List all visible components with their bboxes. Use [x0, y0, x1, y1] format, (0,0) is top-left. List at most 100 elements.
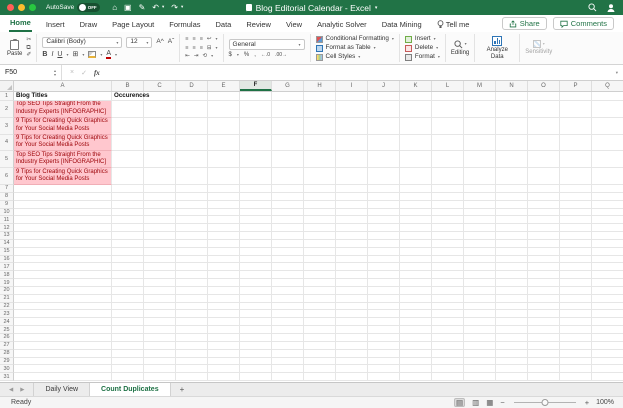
cell-E14[interactable]: [208, 240, 240, 248]
cell-J21[interactable]: [368, 295, 400, 303]
cell-P29[interactable]: [560, 358, 592, 366]
cell-J31[interactable]: [368, 373, 400, 381]
cell-B8[interactable]: [112, 193, 144, 201]
cell-M14[interactable]: [464, 240, 496, 248]
cell-I2[interactable]: [336, 101, 368, 118]
cell-I29[interactable]: [336, 358, 368, 366]
row-header-4[interactable]: 4: [0, 135, 14, 152]
cut-icon[interactable]: ✂: [26, 37, 31, 44]
cell-A14[interactable]: [14, 240, 112, 248]
cell-J1[interactable]: [368, 92, 400, 101]
cell-E2[interactable]: [208, 101, 240, 118]
merge-center-icon[interactable]: ⊟: [207, 45, 212, 52]
cell-O28[interactable]: [528, 350, 560, 358]
cell-O17[interactable]: [528, 263, 560, 271]
cell-K22[interactable]: [400, 303, 432, 311]
cell-F7[interactable]: [240, 185, 272, 193]
cell-O14[interactable]: [528, 240, 560, 248]
number-format-select[interactable]: General ▾: [229, 39, 305, 50]
cell-J7[interactable]: [368, 185, 400, 193]
row-header-27[interactable]: 27: [0, 342, 14, 350]
cell-L17[interactable]: [432, 263, 464, 271]
cell-H23[interactable]: [304, 310, 336, 318]
cell-I20[interactable]: [336, 287, 368, 295]
cell-O4[interactable]: [528, 135, 560, 152]
row-header-28[interactable]: 28: [0, 350, 14, 358]
cell-O5[interactable]: [528, 151, 560, 168]
cell-G20[interactable]: [272, 287, 304, 295]
cell-K20[interactable]: [400, 287, 432, 295]
cell-N1[interactable]: [496, 92, 528, 101]
cell-O22[interactable]: [528, 303, 560, 311]
cell-K7[interactable]: [400, 185, 432, 193]
cell-I7[interactable]: [336, 185, 368, 193]
cell-F30[interactable]: [240, 365, 272, 373]
cell-J15[interactable]: [368, 248, 400, 256]
cell-J5[interactable]: [368, 151, 400, 168]
cell-L18[interactable]: [432, 271, 464, 279]
cell-I27[interactable]: [336, 342, 368, 350]
wrap-text-icon[interactable]: ↩: [207, 36, 212, 43]
cell-I23[interactable]: [336, 310, 368, 318]
cell-D30[interactable]: [176, 365, 208, 373]
tab-draw[interactable]: Draw: [79, 17, 99, 32]
format-as-table-button[interactable]: Format as Table ▾: [316, 45, 394, 52]
cell-M11[interactable]: [464, 216, 496, 224]
cell-O11[interactable]: [528, 216, 560, 224]
row-header-20[interactable]: 20: [0, 287, 14, 295]
cell-M4[interactable]: [464, 135, 496, 152]
account-avatar[interactable]: [606, 3, 616, 13]
cell-P12[interactable]: [560, 224, 592, 232]
cell-M7[interactable]: [464, 185, 496, 193]
cell-N25[interactable]: [496, 326, 528, 334]
cell-E27[interactable]: [208, 342, 240, 350]
row-header-22[interactable]: 22: [0, 303, 14, 311]
enter-icon[interactable]: ✓: [81, 69, 87, 77]
cell-G17[interactable]: [272, 263, 304, 271]
cell-M22[interactable]: [464, 303, 496, 311]
cell-B4[interactable]: [112, 135, 144, 152]
cell-M30[interactable]: [464, 365, 496, 373]
tab-review[interactable]: Review: [245, 17, 272, 32]
row-header-7[interactable]: 7: [0, 185, 14, 193]
cell-Q26[interactable]: [592, 334, 623, 342]
column-header-I[interactable]: I: [336, 81, 368, 91]
cell-M20[interactable]: [464, 287, 496, 295]
cell-E25[interactable]: [208, 326, 240, 334]
maximize-window-button[interactable]: [29, 4, 36, 11]
cell-E9[interactable]: [208, 201, 240, 209]
cell-F15[interactable]: [240, 248, 272, 256]
cell-P19[interactable]: [560, 279, 592, 287]
cell-N22[interactable]: [496, 303, 528, 311]
edit-icon[interactable]: ✎: [139, 4, 146, 12]
cell-H1[interactable]: [304, 92, 336, 101]
cell-F3[interactable]: [240, 118, 272, 135]
column-header-P[interactable]: P: [560, 81, 592, 91]
cell-P3[interactable]: [560, 118, 592, 135]
align-right-icon[interactable]: ≡: [200, 45, 203, 52]
cell-K26[interactable]: [400, 334, 432, 342]
cell-N14[interactable]: [496, 240, 528, 248]
cell-A3[interactable]: 9 Tips for Creating Quick Graphics for Y…: [14, 118, 112, 135]
cell-J11[interactable]: [368, 216, 400, 224]
zoom-level[interactable]: 100%: [596, 399, 614, 406]
cell-P17[interactable]: [560, 263, 592, 271]
close-window-button[interactable]: [7, 4, 14, 11]
cell-J17[interactable]: [368, 263, 400, 271]
cell-J6[interactable]: [368, 168, 400, 185]
cell-K16[interactable]: [400, 256, 432, 264]
tab-data-mining[interactable]: Data Mining: [381, 17, 423, 32]
cell-M18[interactable]: [464, 271, 496, 279]
cell-Q25[interactable]: [592, 326, 623, 334]
zoom-slider[interactable]: [514, 402, 576, 403]
cell-A25[interactable]: [14, 326, 112, 334]
row-header-9[interactable]: 9: [0, 201, 14, 209]
cell-C2[interactable]: [144, 101, 176, 118]
cell-E7[interactable]: [208, 185, 240, 193]
cell-B18[interactable]: [112, 271, 144, 279]
share-button[interactable]: Share: [502, 17, 547, 30]
cell-A26[interactable]: [14, 334, 112, 342]
cell-E13[interactable]: [208, 232, 240, 240]
cell-F26[interactable]: [240, 334, 272, 342]
sheet-tab-count-duplicates[interactable]: Count Duplicates: [90, 383, 171, 396]
